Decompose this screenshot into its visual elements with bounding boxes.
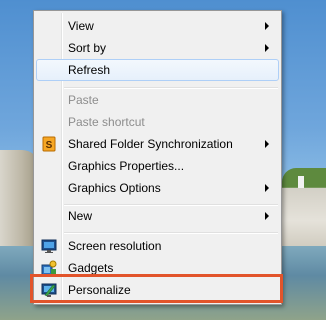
menu-item-view[interactable]: View (36, 15, 279, 37)
menu-item-paste-shortcut: Paste shortcut (36, 111, 279, 133)
menu-separator (64, 232, 278, 234)
menu-item-label: Shared Folder Synchronization (68, 137, 233, 151)
menu-item-label: Screen resolution (68, 239, 162, 253)
menu-item-shared-folder-sync[interactable]: S Shared Folder Synchronization (36, 133, 279, 155)
menu-item-new[interactable]: New (36, 205, 279, 227)
menu-item-label: Refresh (68, 63, 111, 77)
sync-s-icon: S (41, 136, 57, 152)
menu-item-label: Graphics Properties... (68, 159, 185, 173)
menu-item-paste: Paste (36, 89, 279, 111)
menu-item-sort-by[interactable]: Sort by (36, 37, 279, 59)
submenu-arrow-icon (265, 44, 269, 52)
submenu-arrow-icon (265, 212, 269, 220)
submenu-arrow-icon (265, 22, 269, 30)
menu-item-graphics-properties[interactable]: Graphics Properties... (36, 155, 279, 177)
wallpaper-lighthouse (298, 176, 304, 188)
menu-item-graphics-options[interactable]: Graphics Options (36, 177, 279, 199)
menu-item-refresh[interactable]: Refresh (36, 59, 279, 81)
menu-item-label: View (68, 19, 94, 33)
wallpaper-cliff-right (282, 168, 326, 256)
desktop-context-menu: View Sort by Refresh Paste Paste shortcu… (33, 10, 282, 305)
monitor-icon (41, 238, 57, 254)
menu-item-screen-resolution[interactable]: Screen resolution (36, 235, 279, 257)
menu-item-label: Graphics Options (68, 181, 161, 195)
menu-item-label: New (68, 209, 93, 223)
submenu-arrow-icon (265, 184, 269, 192)
menu-item-label: Paste (68, 93, 99, 107)
menu-item-label: Sort by (68, 41, 107, 55)
svg-text:S: S (46, 140, 53, 151)
personalize-highlight-box (30, 274, 283, 303)
submenu-arrow-icon (265, 140, 269, 148)
menu-item-label: Paste shortcut (68, 115, 145, 129)
